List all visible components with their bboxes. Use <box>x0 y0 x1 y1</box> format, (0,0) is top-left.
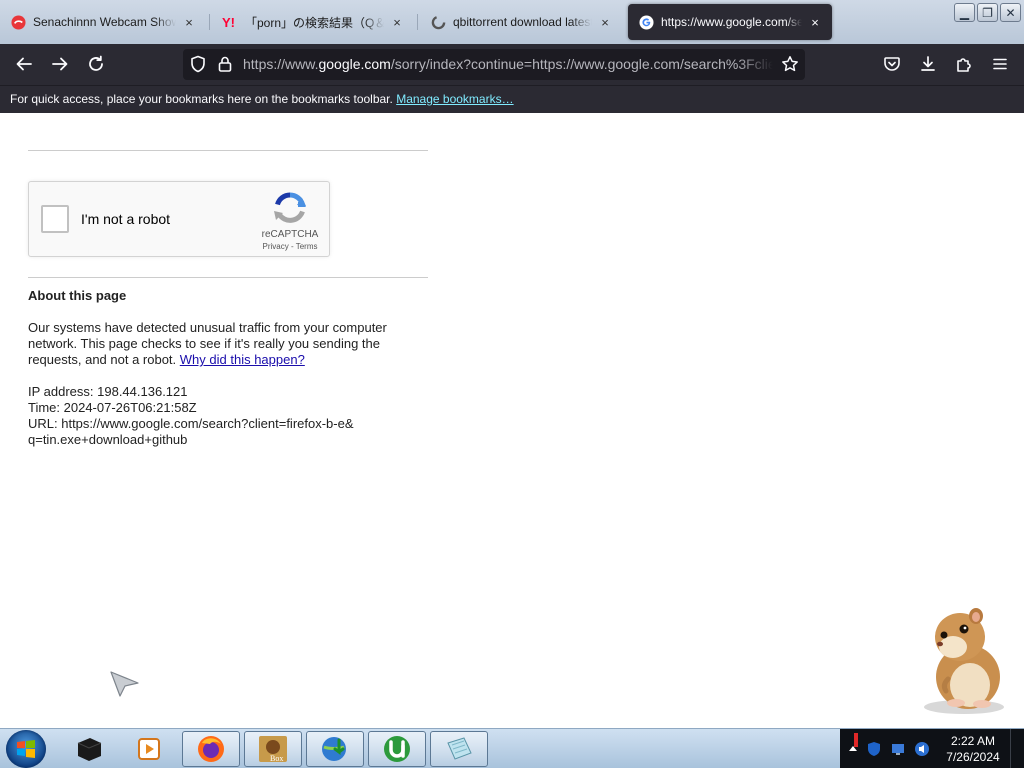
downloads-button[interactable] <box>913 50 943 78</box>
start-button[interactable] <box>6 730 46 768</box>
svg-text:Y!: Y! <box>222 15 235 29</box>
red-circle-favicon <box>10 14 26 30</box>
network-monitor-tray-icon[interactable] <box>890 741 906 757</box>
arrow-left-icon <box>16 57 32 71</box>
url-path: /sorry/index?continue=https://www.google… <box>390 56 773 72</box>
tab-separator <box>417 14 418 30</box>
bookmarks-toolbar: For quick access, place your bookmarks h… <box>0 85 1024 113</box>
tab-strip: Senachinnn Webcam Show | × Y! 「porn」の検索結… <box>0 0 1024 44</box>
tab-close-icon[interactable]: × <box>808 15 822 30</box>
recaptcha-logo-icon <box>274 192 306 223</box>
tab-separator <box>209 14 210 30</box>
about-heading: About this page <box>28 288 127 303</box>
security-shield-tray-icon[interactable] <box>866 741 882 757</box>
tab-title: 「porn」の検索結果（Q＆A <box>245 15 384 30</box>
url-line: URL: https://www.google.com/search?clien… <box>28 416 354 431</box>
tab-title: https://www.google.com/se <box>661 15 802 29</box>
taskbar: Box 2:22 AM 7/26/2024 <box>0 728 1024 768</box>
internet-download-manager-icon <box>322 737 346 761</box>
box-game-icon: Box <box>259 736 287 763</box>
extensions-button[interactable] <box>949 50 979 78</box>
taskbar-notepad[interactable] <box>430 731 488 767</box>
tab-title: Senachinnn Webcam Show | <box>33 15 176 29</box>
forward-button[interactable] <box>45 50 75 78</box>
utorrent-icon <box>384 736 410 762</box>
not-a-robot-checkbox[interactable] <box>41 205 69 233</box>
why-link[interactable]: Why did this happen? <box>180 352 305 367</box>
minimize-button[interactable]: ▁ <box>954 3 975 22</box>
tray-notification-flag <box>854 733 858 747</box>
hamster-desktop-pet-icon <box>924 608 1004 714</box>
recaptcha-brand: reCAPTCHA <box>261 229 319 240</box>
bookmarks-message: For quick access, place your bookmarks h… <box>10 92 393 106</box>
tab-google-sorry-active[interactable]: https://www.google.com/se × <box>628 4 832 40</box>
manage-bookmarks-link[interactable]: Manage bookmarks… <box>396 92 513 106</box>
tab-title: qbittorrent download latest <box>453 15 592 29</box>
url-line-continued: q=tin.exe+download+github <box>28 432 188 447</box>
tab-close-icon[interactable]: × <box>598 15 612 30</box>
puzzle-icon <box>957 58 971 72</box>
divider <box>28 277 428 278</box>
reload-button[interactable] <box>81 50 111 78</box>
svg-text:Box: Box <box>270 754 283 763</box>
nav-bar: https://www.google.com/sorry/index?conti… <box>0 44 1024 85</box>
reload-icon <box>89 55 103 71</box>
back-button[interactable] <box>9 50 39 78</box>
window-controls: ▁ ❐ ✕ <box>954 3 1021 22</box>
media-player-icon <box>138 738 160 760</box>
pocket-button[interactable] <box>877 50 907 78</box>
time-stamp: Time: 2024-07-26T06:21:58Z <box>28 400 197 415</box>
firefox-icon <box>198 736 224 762</box>
app-box-icon <box>77 738 102 761</box>
lock-icon[interactable] <box>217 55 233 78</box>
clock-time: 2:22 AM <box>950 734 996 748</box>
recaptcha-label: I'm not a robot <box>81 211 171 227</box>
system-tray: 2:22 AM 7/26/2024 <box>840 729 1024 768</box>
mouse-cursor-icon <box>110 671 139 697</box>
menu-button[interactable] <box>985 50 1015 78</box>
taskbar-firefox[interactable] <box>182 731 240 767</box>
tab-senachinnn[interactable]: Senachinnn Webcam Show | × <box>0 4 206 40</box>
notepad-icon <box>447 737 472 760</box>
show-desktop-button[interactable] <box>1010 729 1024 768</box>
tab-close-icon[interactable]: × <box>390 15 404 30</box>
pocket-icon <box>884 57 900 71</box>
taskbar-utorrent[interactable] <box>368 731 426 767</box>
screen: Senachinnn Webcam Show | × Y! 「porn」の検索結… <box>0 0 1024 768</box>
restore-button[interactable]: ❐ <box>977 3 998 22</box>
ip-address: IP address: 198.44.136.121 <box>28 384 188 399</box>
shield-icon[interactable] <box>189 55 207 78</box>
taskbar-app-box[interactable] <box>60 731 118 767</box>
url-text[interactable]: https://www.google.com/sorry/index?conti… <box>243 49 773 80</box>
tab-qbittorrent-search[interactable]: qbittorrent download latest × <box>420 4 622 40</box>
address-bar[interactable]: https://www.google.com/sorry/index?conti… <box>183 49 805 80</box>
close-window-button[interactable]: ✕ <box>1000 3 1021 22</box>
url-host: google.com <box>318 56 391 72</box>
recaptcha-privacy-terms[interactable]: Privacy - Terms <box>255 242 325 251</box>
page-content: I'm not a robot reCAPTCHA Privacy - Term… <box>0 113 1024 728</box>
arrow-right-icon <box>52 57 68 71</box>
google-g-favicon <box>638 14 654 30</box>
taskbar-internet-download-manager[interactable] <box>306 731 364 767</box>
loading-spinner-icon <box>430 14 446 30</box>
tab-yahoo-search[interactable]: Y! 「porn」の検索結果（Q＆A × <box>212 4 414 40</box>
taskbar-clock[interactable]: 2:22 AM 7/26/2024 <box>940 733 1006 765</box>
hamburger-menu-icon <box>993 58 1007 70</box>
taskbar-media-player[interactable] <box>120 731 178 767</box>
volume-speaker-tray-icon[interactable] <box>914 741 930 757</box>
about-paragraph: Our systems have detected unusual traffi… <box>28 320 408 368</box>
windows-logo-icon <box>17 740 35 758</box>
recaptcha-widget: I'm not a robot reCAPTCHA Privacy - Term… <box>28 181 330 257</box>
taskbar-box-game[interactable]: Box <box>244 731 302 767</box>
tab-close-icon[interactable]: × <box>182 15 196 30</box>
yahoo-y-favicon: Y! <box>222 14 238 30</box>
clock-date: 7/26/2024 <box>946 750 1000 764</box>
divider <box>28 150 428 151</box>
bookmark-star-icon[interactable] <box>781 55 799 78</box>
download-icon <box>921 56 935 71</box>
url-scheme: https://www. <box>243 56 319 72</box>
